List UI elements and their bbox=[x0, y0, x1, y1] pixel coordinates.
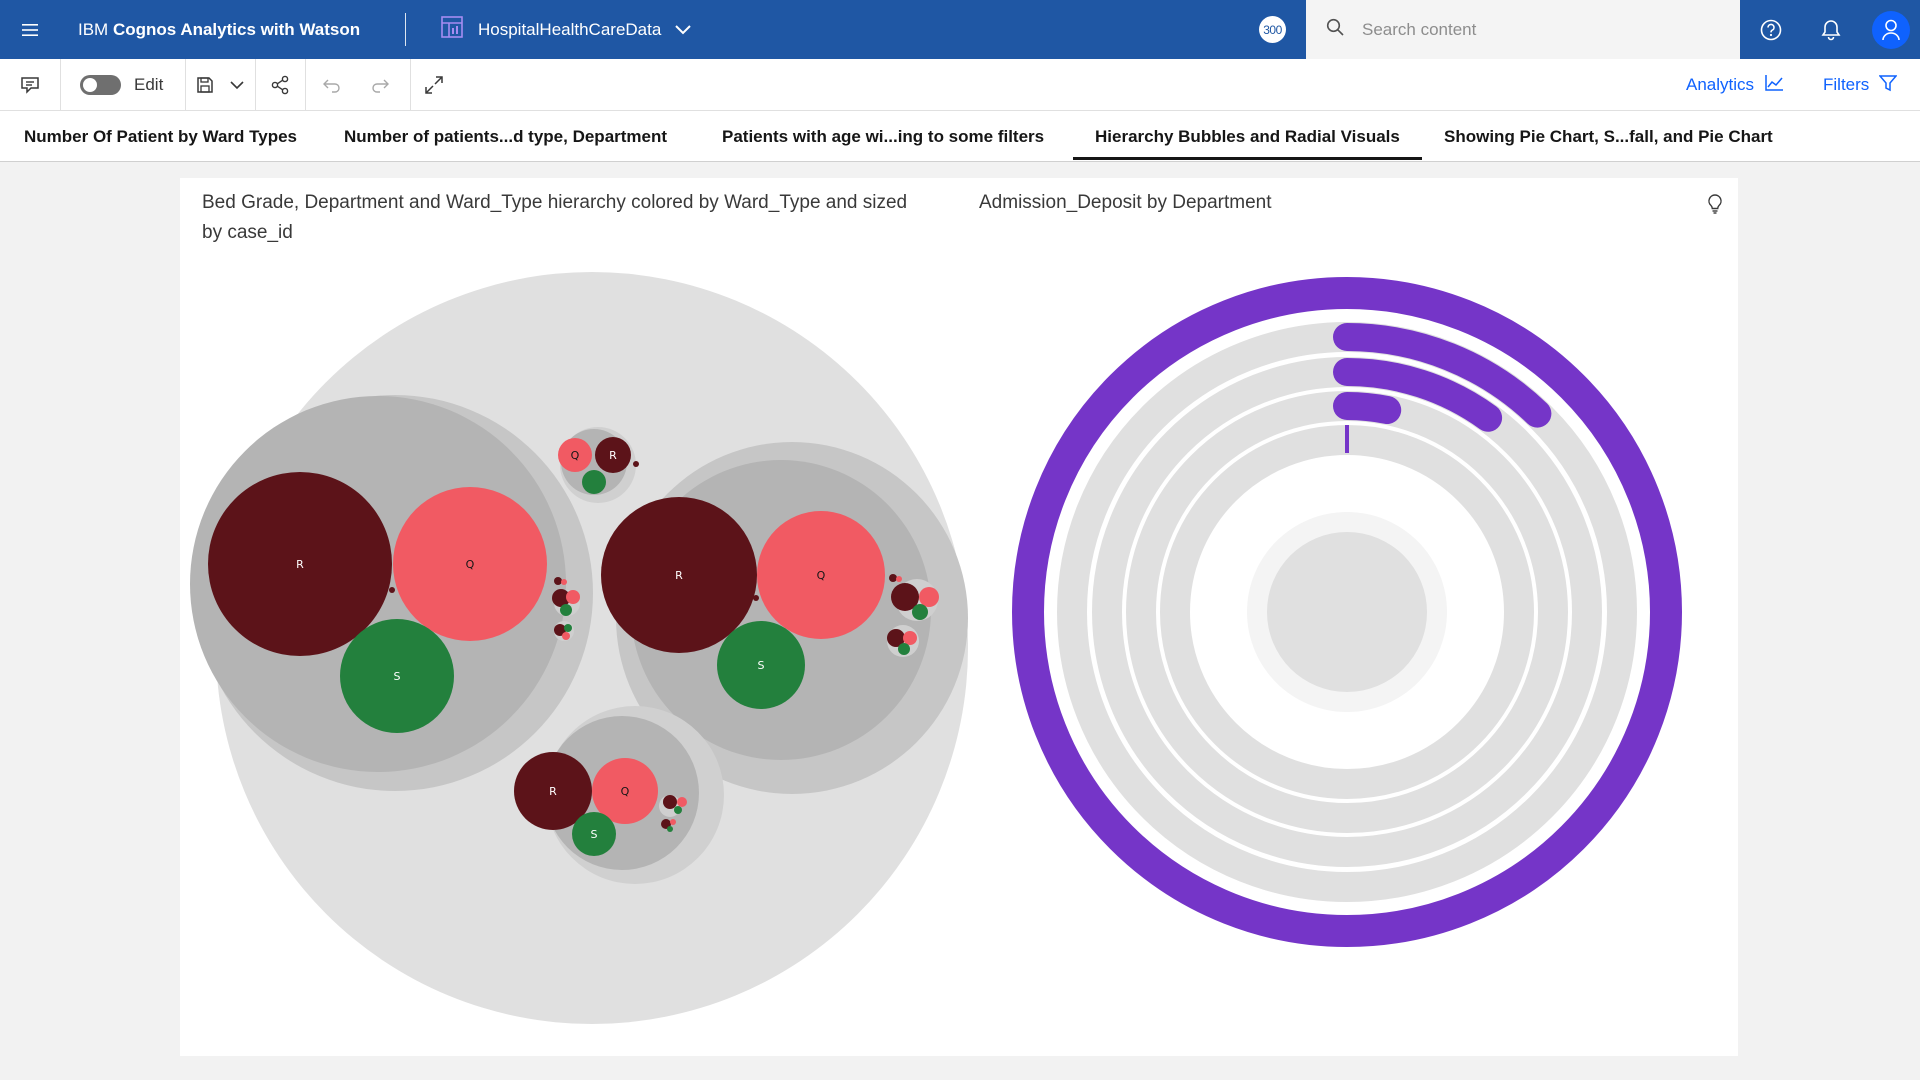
hamburger-menu-icon[interactable] bbox=[0, 0, 59, 59]
ward-bubble-s[interactable] bbox=[560, 604, 572, 616]
radial-center-disc bbox=[1267, 532, 1427, 692]
hierarchy-bubble-chart[interactable]: R Q S R Q S R Q S Q R bbox=[180, 178, 980, 1056]
analytics-chart-icon bbox=[1764, 74, 1784, 97]
ward-bubble-s[interactable] bbox=[582, 470, 606, 494]
ward-label: R bbox=[675, 569, 683, 582]
product-prefix: IBM bbox=[78, 20, 113, 39]
radial-arc-department[interactable] bbox=[1333, 392, 1402, 424]
analytics-label: Analytics bbox=[1686, 75, 1755, 94]
user-menu[interactable] bbox=[1861, 0, 1920, 59]
ward-bubble-q[interactable] bbox=[677, 797, 687, 807]
redo-icon[interactable] bbox=[358, 59, 402, 111]
radial-chart-title: Admission_Deposit by Department bbox=[979, 192, 1272, 213]
toolbar-divider bbox=[255, 59, 256, 111]
analytics-button[interactable]: Analytics bbox=[1686, 59, 1784, 111]
notification-count-badge[interactable]: 300 bbox=[1259, 16, 1286, 43]
tab-number-of-patients-by-department[interactable]: Number of patients...d type, Department bbox=[344, 111, 667, 162]
expand-fullscreen-icon[interactable] bbox=[412, 59, 456, 111]
ward-bubble-s[interactable] bbox=[674, 806, 682, 814]
ward-bubble-q[interactable] bbox=[919, 587, 939, 607]
tiny-ward-bubble[interactable] bbox=[389, 587, 395, 593]
ward-label: R bbox=[609, 449, 617, 462]
dashboard-toolbar: Edit Analytics Filters bbox=[0, 59, 1920, 111]
ward-bubble-s[interactable] bbox=[564, 624, 572, 632]
ward-label: Q bbox=[621, 785, 630, 798]
ward-label: Q bbox=[466, 558, 475, 571]
header-divider bbox=[405, 13, 406, 46]
toggle-switch[interactable] bbox=[80, 75, 121, 95]
edit-mode-toggle[interactable]: Edit bbox=[80, 59, 183, 111]
radial-arc-department[interactable] bbox=[1345, 425, 1349, 453]
tiny-ward-bubble[interactable] bbox=[753, 595, 759, 601]
ward-bubble-q[interactable] bbox=[903, 631, 917, 645]
ward-bubble-r[interactable] bbox=[554, 577, 562, 585]
comment-icon[interactable] bbox=[0, 59, 60, 111]
dashboard-icon bbox=[440, 15, 464, 44]
ward-bubble-q[interactable] bbox=[561, 579, 567, 585]
tab-hierarchy-bubbles-and-radial-visuals[interactable]: Hierarchy Bubbles and Radial Visuals bbox=[1073, 111, 1422, 162]
notification-bell-icon[interactable] bbox=[1801, 0, 1860, 59]
toolbar-divider bbox=[185, 59, 186, 111]
ward-label: S bbox=[394, 670, 401, 683]
ward-bubble-s[interactable] bbox=[912, 604, 928, 620]
user-avatar-icon[interactable] bbox=[1871, 10, 1910, 49]
ward-bubble-q[interactable] bbox=[562, 632, 570, 640]
tab-pie-chart-waterfall[interactable]: Showing Pie Chart, S...fall, and Pie Cha… bbox=[1444, 111, 1773, 162]
dashboard-canvas: Bed Grade, Department and Ward_Type hier… bbox=[180, 178, 1738, 1056]
ward-label: R bbox=[296, 558, 304, 571]
ward-bubble-r[interactable] bbox=[663, 795, 677, 809]
ward-label: Q bbox=[571, 449, 580, 462]
save-icon[interactable] bbox=[190, 59, 220, 111]
undo-icon[interactable] bbox=[310, 59, 354, 111]
top-navigation-bar: IBM Cognos Analytics with Watson Hospita… bbox=[0, 0, 1920, 59]
toolbar-divider bbox=[60, 59, 61, 111]
ward-bubble-q[interactable] bbox=[566, 590, 580, 604]
chevron-down-icon bbox=[675, 20, 692, 40]
ward-bubble-s[interactable] bbox=[898, 643, 910, 655]
ward-bubble-q[interactable] bbox=[670, 819, 676, 825]
filters-button[interactable]: Filters bbox=[1823, 59, 1898, 111]
radial-bar-chart[interactable] bbox=[1000, 258, 1720, 998]
tab-number-of-patient-by-ward-types[interactable]: Number Of Patient by Ward Types bbox=[24, 111, 297, 162]
product-name: IBM Cognos Analytics with Watson bbox=[78, 0, 360, 59]
product-title: Cognos Analytics with Watson bbox=[112, 20, 361, 39]
ward-bubble-s[interactable] bbox=[667, 826, 673, 832]
tab-patients-with-age[interactable]: Patients with age wi...ing to some filte… bbox=[722, 111, 1044, 162]
data-source-selector[interactable]: HospitalHealthCareData bbox=[440, 0, 692, 59]
search-icon bbox=[1326, 18, 1344, 41]
data-source-name: HospitalHealthCareData bbox=[478, 19, 662, 39]
filter-funnel-icon bbox=[1878, 74, 1898, 97]
search-bar bbox=[1306, 0, 1740, 59]
dashboard-tabs: Number Of Patient by Ward Types Number o… bbox=[0, 111, 1920, 162]
ward-label: R bbox=[549, 785, 557, 798]
toolbar-divider bbox=[410, 59, 411, 111]
ward-bubble-q[interactable] bbox=[896, 576, 902, 582]
share-icon[interactable] bbox=[258, 59, 302, 111]
search-input[interactable] bbox=[1362, 19, 1722, 40]
help-icon[interactable] bbox=[1741, 0, 1800, 59]
ward-label: S bbox=[758, 659, 765, 672]
toolbar-divider bbox=[305, 59, 306, 111]
ward-bubble-r[interactable] bbox=[889, 574, 897, 582]
lightbulb-insights-icon[interactable] bbox=[1703, 192, 1727, 216]
ward-label: Q bbox=[817, 569, 826, 582]
save-options-chevron-icon[interactable] bbox=[222, 59, 252, 111]
ward-label: S bbox=[591, 828, 598, 841]
filters-label: Filters bbox=[1823, 75, 1870, 94]
edit-label: Edit bbox=[134, 75, 164, 94]
tiny-ward-bubble[interactable] bbox=[633, 461, 639, 467]
